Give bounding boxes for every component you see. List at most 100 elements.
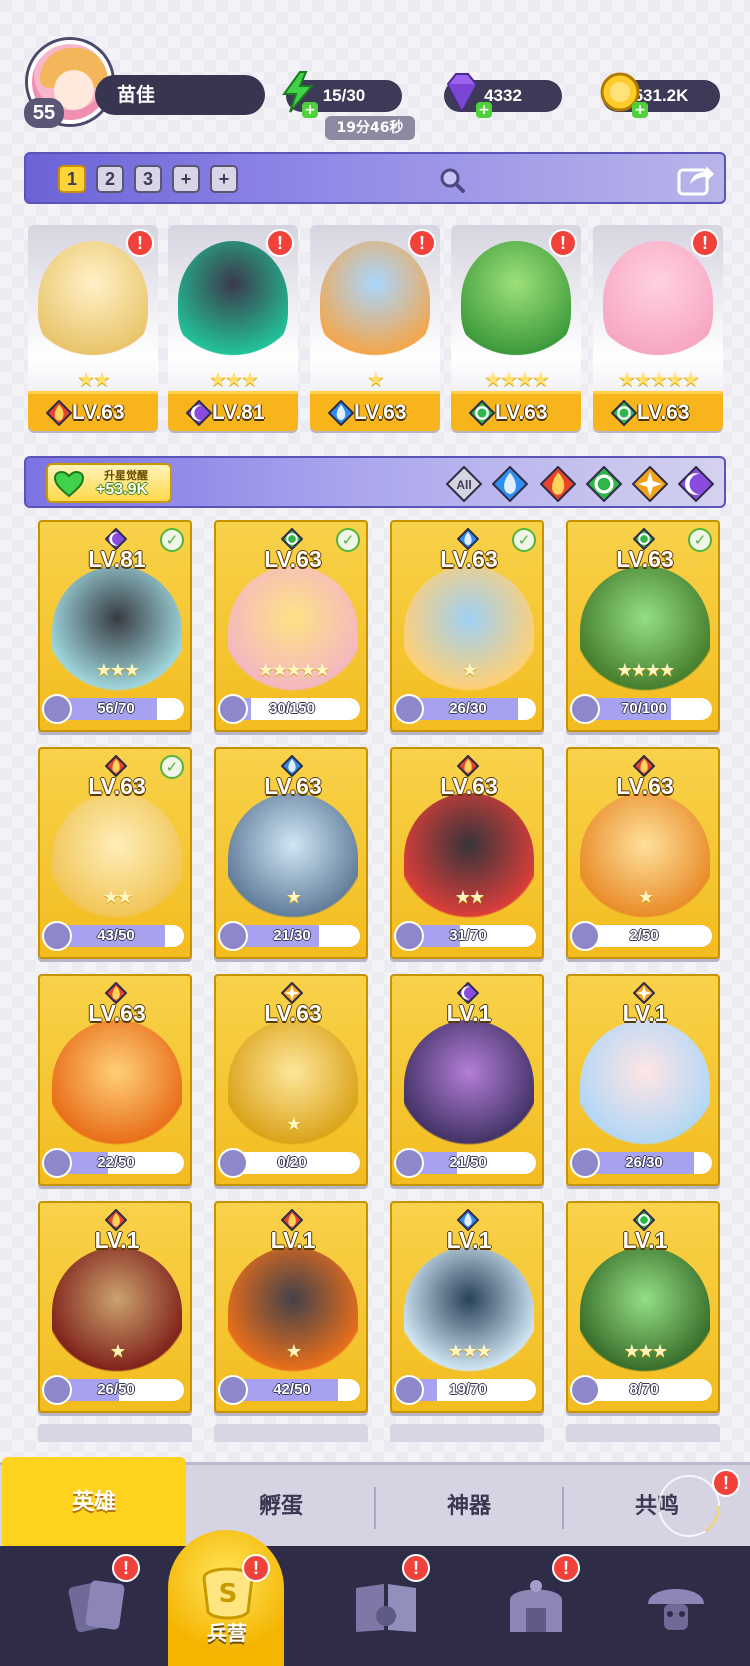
team-tab-add-2[interactable]: +: [210, 165, 238, 193]
hero-level: LV.1: [622, 1000, 668, 1026]
hero-alert-icon: !: [126, 229, 154, 257]
awaken-value: +53.9K: [96, 481, 149, 498]
hero-level-bar: LV.63: [310, 391, 440, 431]
energy-add-icon[interactable]: +: [302, 102, 318, 118]
hero-card[interactable]: LV.1 ★ 26/50: [38, 1201, 192, 1413]
gold-add-icon[interactable]: +: [632, 102, 648, 118]
hero-level: LV.63: [616, 773, 674, 799]
hero-card[interactable]: LV.1 26/30: [566, 974, 720, 1186]
team-hero-card[interactable]: ★★★★ LV.63 !: [451, 225, 581, 431]
wind-element-icon: [610, 399, 638, 427]
hero-card[interactable]: LV.63 ★ 0/20: [214, 974, 368, 1186]
hero-stars: ★★: [77, 367, 111, 391]
hero-level: LV.63: [616, 546, 674, 572]
hero-card[interactable]: LV.1 ★ 42/50: [214, 1201, 368, 1413]
hero-card-partial[interactable]: [390, 1424, 544, 1442]
hero-card[interactable]: ✓ LV.63 ★ 26/30: [390, 520, 544, 732]
hero-stars: ★★: [454, 887, 485, 908]
team-hero-card[interactable]: ★ LV.63 !: [310, 225, 440, 431]
hero-level-bar: LV.63: [28, 391, 158, 431]
filter-wind[interactable]: [585, 465, 623, 503]
share-icon[interactable]: [676, 162, 716, 196]
hero-card[interactable]: LV.1 21/50: [390, 974, 544, 1186]
hero-card[interactable]: LV.1 ★★★ 8/70: [566, 1201, 720, 1413]
nav-codex[interactable]: !: [310, 1546, 460, 1666]
fragment-icon: [218, 694, 248, 724]
fragment-icon: [42, 921, 72, 951]
team-tab-3[interactable]: 3: [134, 165, 162, 193]
hero-level: LV.63: [495, 401, 548, 424]
tab-heroes[interactable]: 英雄: [2, 1457, 186, 1549]
filter-dark[interactable]: [677, 465, 715, 503]
player-name[interactable]: 苗佳: [95, 75, 265, 115]
hero-level-bar: LV.81: [168, 391, 298, 431]
hero-portrait: [461, 241, 571, 361]
fragment-icon: [218, 1148, 248, 1178]
tab-artifact[interactable]: 神器: [376, 1465, 562, 1549]
team-tab-add-1[interactable]: +: [172, 165, 200, 193]
hero-portrait: [404, 1020, 534, 1150]
team-hero-card[interactable]: ★★★ LV.81 !: [168, 225, 298, 431]
filter-all-label: All: [456, 478, 471, 492]
fragment-icon: [394, 1375, 424, 1405]
gems-add-icon[interactable]: +: [476, 102, 492, 118]
nav-barracks-label: 兵营: [207, 1621, 247, 1645]
fragment-icon: [218, 1375, 248, 1405]
shop-alert-icon: !: [552, 1554, 580, 1582]
star-awaken-box[interactable]: 升星觉醒 +53.9K: [46, 463, 172, 503]
hero-level: LV.63: [88, 773, 146, 799]
hero-card[interactable]: ✓ LV.63 ★★ 43/50: [38, 747, 192, 959]
hero-level: LV.63: [72, 401, 125, 424]
hero-card[interactable]: ✓ LV.63 ★★★★★ 30/150: [214, 520, 368, 732]
nav-shop[interactable]: !: [460, 1546, 610, 1666]
hero-level: LV.63: [264, 1000, 322, 1026]
heart-icon: [54, 471, 84, 497]
codex-alert-icon: !: [402, 1554, 430, 1582]
nav-cards[interactable]: !: [22, 1546, 172, 1666]
hero-stars: ★★: [102, 887, 133, 908]
hero-card[interactable]: LV.63 22/50: [38, 974, 192, 1186]
hero-card-partial[interactable]: [214, 1424, 368, 1442]
filter-light[interactable]: [631, 465, 669, 503]
player-level-badge: 55: [24, 98, 64, 128]
team-bar: 1 2 3 + +: [24, 152, 726, 204]
hero-card[interactable]: LV.63 ★★ 31/70: [390, 747, 544, 959]
team-hero-card[interactable]: ★★ LV.63 !: [28, 225, 158, 431]
filter-fire[interactable]: [539, 465, 577, 503]
hero-stars: ★: [461, 660, 478, 681]
hero-card[interactable]: LV.1 ★★★ 19/70: [390, 1201, 544, 1413]
hero-level: LV.63: [264, 773, 322, 799]
fragment-icon: [42, 1148, 72, 1178]
hero-stars: ★★★★★: [618, 367, 700, 391]
nav-guild[interactable]: [600, 1546, 750, 1666]
hero-level: LV.1: [94, 1227, 140, 1253]
hero-level-bar: LV.63: [451, 391, 581, 431]
hero-stars: ★★★: [623, 1341, 668, 1362]
nav-barracks[interactable]: S 兵营 !: [152, 1540, 302, 1660]
hero-card[interactable]: ✓ LV.81 ★★★ 56/70: [38, 520, 192, 732]
hero-level: LV.81: [212, 401, 265, 424]
hero-card[interactable]: LV.63 ★ 21/30: [214, 747, 368, 959]
light-filter-icon: [631, 465, 669, 503]
filter-all[interactable]: All: [445, 465, 483, 503]
team-tab-2[interactable]: 2: [96, 165, 124, 193]
hero-stars: ★: [109, 1341, 126, 1362]
hero-portrait: [178, 241, 288, 361]
hero-card-partial[interactable]: [566, 1424, 720, 1442]
fragment-icon: [394, 694, 424, 724]
team-tab-1[interactable]: 1: [58, 165, 86, 193]
hero-card[interactable]: LV.63 ★ 2/50: [566, 747, 720, 959]
hero-level: LV.1: [446, 1227, 492, 1253]
hero-portrait: [52, 1020, 182, 1150]
hero-card[interactable]: ✓ LV.63 ★★★★ 70/100: [566, 520, 720, 732]
hero-card-partial[interactable]: [38, 1424, 192, 1442]
filter-water[interactable]: [491, 465, 529, 503]
hero-alert-icon: !: [266, 229, 294, 257]
all-filter-icon: All: [445, 465, 483, 503]
hero-level: LV.81: [88, 546, 146, 572]
team-hero-card[interactable]: ★★★★★ LV.63 !: [593, 225, 723, 431]
fragment-icon: [42, 694, 72, 724]
search-icon[interactable]: [438, 166, 466, 194]
dark-element-icon: [185, 399, 213, 427]
hero-stars: ★: [285, 887, 302, 908]
